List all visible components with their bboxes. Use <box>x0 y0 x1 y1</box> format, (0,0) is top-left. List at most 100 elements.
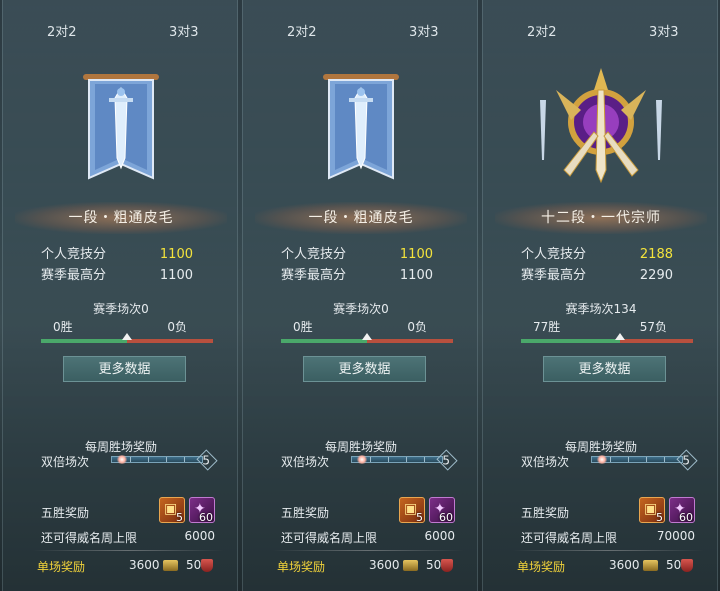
reward-chest-icon[interactable]: ▣ 5 <box>159 497 185 524</box>
reward-scroll-icon[interactable]: ✦ 60 <box>429 497 455 524</box>
best-score-label: 赛季最高分 <box>41 268 107 283</box>
win-fill <box>41 339 127 343</box>
prestige-cap-label: 还可得威名周上限 <box>41 531 138 545</box>
reward-scroll-icon[interactable]: ✦ 60 <box>669 497 695 524</box>
score-value: 2188 <box>639 247 673 262</box>
tab-2v2[interactable]: 2对2 <box>47 21 77 40</box>
five-win-reward-label: 五胜奖励 <box>41 506 90 520</box>
double-matches-label: 双倍场次 <box>41 455 90 469</box>
tab-3v3[interactable]: 3对3 <box>169 21 199 40</box>
best-score-value: 1100 <box>399 268 433 283</box>
single-match-reward-label: 单场奖励 <box>517 560 566 574</box>
progress-glow-icon <box>596 455 608 464</box>
win-ratio-marker <box>614 333 625 340</box>
reward-chest-icon[interactable]: ▣ 5 <box>639 497 665 524</box>
tab-2v2[interactable]: 2对2 <box>527 21 557 40</box>
bar-tick <box>148 457 149 462</box>
season-matches: 赛季场次0 <box>333 302 389 316</box>
progress-glow-icon <box>356 455 368 464</box>
banner-sword-icon <box>321 68 401 188</box>
arena-panel-1: 2对2 3对3 一段・粗通皮毛 个人竞技分 1100 赛季最高分 1100 赛季… <box>2 0 238 591</box>
single-match-reward-label: 单场奖励 <box>37 560 86 574</box>
score-row: 个人竞技分 2188 <box>521 246 681 264</box>
bar-tick <box>406 457 407 462</box>
rank-title: 一段・粗通皮毛 <box>15 202 227 234</box>
bar-tick <box>184 457 185 462</box>
bar-tick <box>628 457 629 462</box>
more-data-button[interactable]: 更多数据 <box>303 356 426 382</box>
win-fill <box>281 339 367 343</box>
prestige-cap-value: 70000 <box>656 529 695 543</box>
mode-tabs: 2对2 3对3 <box>3 0 237 44</box>
best-score-value: 2290 <box>639 268 673 283</box>
golden-crest-icon <box>536 60 666 184</box>
best-score-row: 赛季最高分 1100 <box>41 267 201 285</box>
prestige-cap-label: 还可得威名周上限 <box>521 531 618 545</box>
bar-tick <box>388 457 389 462</box>
more-data-button[interactable]: 更多数据 <box>63 356 186 382</box>
score-label: 个人竞技分 <box>521 247 587 262</box>
wins-count: 0胜 <box>53 320 73 334</box>
score-value: 1100 <box>399 247 433 262</box>
arena-panel-2: 2对2 3对3 一段・粗通皮毛 个人竞技分 1100 赛季最高分 1100 赛季… <box>242 0 478 591</box>
double-max-value: 5 <box>202 453 211 468</box>
item-count: 5 <box>656 511 663 524</box>
single-reward-value-1: 3600 <box>129 558 160 572</box>
double-max-value: 5 <box>442 453 451 468</box>
prestige-cap-label: 还可得威名周上限 <box>281 531 378 545</box>
reward-scroll-icon[interactable]: ✦ 60 <box>189 497 215 524</box>
shield-icon <box>681 559 693 572</box>
bar-tick <box>130 457 131 462</box>
double-matches-bar <box>591 455 683 464</box>
single-reward-value-2: 50 <box>666 558 682 572</box>
shield-icon <box>441 559 453 572</box>
single-reward-value-2: 50 <box>426 558 442 572</box>
coin-icon <box>403 560 418 571</box>
rank-title: 一段・粗通皮毛 <box>255 202 467 234</box>
best-score-row: 赛季最高分 2290 <box>521 267 681 285</box>
prestige-cap-value: 6000 <box>184 529 215 543</box>
single-reward-value-2: 50 <box>186 558 202 572</box>
divider <box>513 550 703 551</box>
bar-tick <box>166 457 167 462</box>
single-reward-value-1: 3600 <box>369 558 400 572</box>
score-label: 个人竞技分 <box>41 247 107 262</box>
best-score-label: 赛季最高分 <box>521 268 587 283</box>
wins-count: 77胜 <box>533 320 561 334</box>
bar-tick <box>646 457 647 462</box>
bar-tick <box>610 457 611 462</box>
score-row: 个人竞技分 1100 <box>281 246 441 264</box>
single-match-reward-label: 单场奖励 <box>277 560 326 574</box>
double-matches-bar <box>111 455 203 464</box>
tab-3v3[interactable]: 3对3 <box>409 21 439 40</box>
progress-glow-icon <box>116 455 128 464</box>
bar-tick <box>664 457 665 462</box>
more-data-button[interactable]: 更多数据 <box>543 356 666 382</box>
tab-2v2[interactable]: 2对2 <box>287 21 317 40</box>
losses-count: 0负 <box>407 320 427 334</box>
double-max-value: 5 <box>682 453 691 468</box>
bar-tick <box>370 457 371 462</box>
item-count: 60 <box>679 511 693 524</box>
win-loss-bar <box>41 333 213 343</box>
best-score-value: 1100 <box>159 268 193 283</box>
prestige-cap-value: 6000 <box>424 529 455 543</box>
score-value: 1100 <box>159 247 193 262</box>
single-reward-value-1: 3600 <box>609 558 640 572</box>
rank-title: 十二段・一代宗师 <box>495 202 707 234</box>
win-ratio-marker <box>362 333 372 340</box>
tab-3v3[interactable]: 3对3 <box>649 21 679 40</box>
win-loss-bar <box>521 333 693 343</box>
divider <box>33 550 223 551</box>
bar-tick <box>424 457 425 462</box>
best-score-label: 赛季最高分 <box>281 268 347 283</box>
losses-count: 0负 <box>167 320 187 334</box>
banner-sword-icon <box>81 68 161 188</box>
coin-icon <box>643 560 658 571</box>
item-count: 60 <box>199 511 213 524</box>
losses-count: 57负 <box>639 320 667 334</box>
season-matches: 赛季场次134 <box>565 302 637 316</box>
double-matches-label: 双倍场次 <box>521 455 570 469</box>
win-loss-bar <box>281 333 453 343</box>
reward-chest-icon[interactable]: ▣ 5 <box>399 497 425 524</box>
